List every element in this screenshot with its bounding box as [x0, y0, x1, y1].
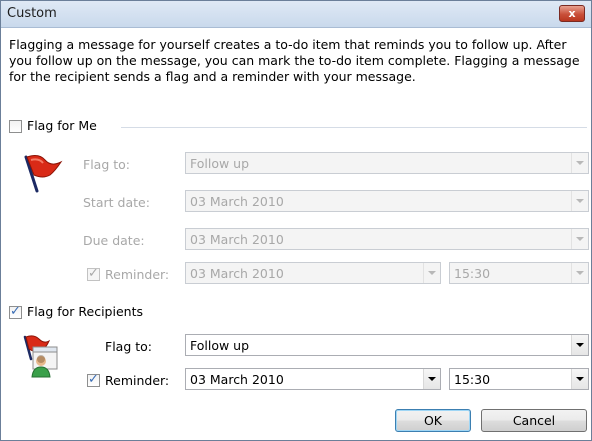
flag-for-me-label[interactable]: Flag for Me [27, 118, 97, 133]
recipient-reminder-label: Reminder: [105, 373, 170, 388]
start-date-label: Start date: [83, 195, 150, 210]
flag-for-me-checkbox[interactable] [9, 120, 22, 133]
reminder-date-value: 03 March 2010 [190, 266, 284, 281]
dropdown-button[interactable] [571, 335, 588, 355]
flag-for-recipients-reminder-date-picker[interactable]: 03 March 2010 [185, 368, 441, 390]
dropdown-button[interactable] [571, 263, 588, 283]
close-icon: x [568, 7, 576, 20]
chevron-down-icon [428, 377, 436, 381]
recipient-reminder-time-value: 15:30 [454, 372, 491, 387]
chevron-down-icon [576, 199, 584, 203]
flag-for-recipients-section: Flag for Recipients [9, 304, 587, 321]
reminder-time-value: 15:30 [454, 266, 491, 281]
title-bar[interactable]: Custom x [1, 1, 591, 28]
cancel-button[interactable]: Cancel [481, 409, 587, 432]
flag-to-label: Flag to: [83, 157, 130, 172]
flag-for-recipients-reminder-checkbox[interactable] [87, 372, 100, 387]
flag-for-recipients-reminder-time-select[interactable]: 15:30 [449, 368, 589, 390]
recipient-flag-icon [19, 333, 63, 379]
recipient-reminder-date-value: 03 March 2010 [190, 372, 284, 387]
chevron-down-icon [576, 343, 584, 347]
recipient-flag-to-value: Follow up [190, 338, 250, 353]
due-date-label: Due date: [83, 233, 145, 248]
chevron-down-icon [576, 237, 584, 241]
recipient-flag-to-label: Flag to: [105, 339, 152, 354]
flag-for-me-reminder-checkbox[interactable] [87, 266, 100, 281]
flag-to-value: Follow up [190, 156, 250, 171]
dialog-description: Flagging a message for yourself creates … [9, 37, 580, 84]
flag-for-me-reminder-date-picker[interactable]: 03 March 2010 [185, 262, 441, 284]
flag-for-me-section: Flag for Me [9, 118, 587, 135]
dropdown-button[interactable] [423, 263, 440, 283]
flag-for-recipients-label[interactable]: Flag for Recipients [27, 304, 143, 319]
chevron-down-icon [428, 271, 436, 275]
dropdown-button[interactable] [571, 191, 588, 211]
flag-for-recipients-checkbox[interactable] [9, 304, 22, 319]
start-date-picker[interactable]: 03 March 2010 [185, 190, 589, 212]
custom-dialog: Custom x Flagging a message for yourself… [0, 0, 592, 441]
dropdown-button[interactable] [423, 369, 440, 389]
reminder-label: Reminder: [105, 267, 170, 282]
dropdown-button[interactable] [571, 369, 588, 389]
chevron-down-icon [576, 161, 584, 165]
dropdown-button[interactable] [571, 153, 588, 173]
close-button[interactable]: x [559, 5, 585, 22]
dropdown-button[interactable] [571, 229, 588, 249]
flag-for-recipients-flag-to-select[interactable]: Follow up [185, 334, 589, 356]
ok-button[interactable]: OK [395, 409, 471, 432]
start-date-value: 03 March 2010 [190, 194, 284, 209]
flag-for-me-flag-to-select[interactable]: Follow up [185, 152, 589, 174]
red-flag-icon [21, 151, 65, 193]
section-divider [121, 127, 587, 128]
chevron-down-icon [576, 271, 584, 275]
chevron-down-icon [576, 377, 584, 381]
dialog-title: Custom [7, 6, 57, 21]
due-date-value: 03 March 2010 [190, 232, 284, 247]
flag-for-me-reminder-time-select[interactable]: 15:30 [449, 262, 589, 284]
due-date-picker[interactable]: 03 March 2010 [185, 228, 589, 250]
